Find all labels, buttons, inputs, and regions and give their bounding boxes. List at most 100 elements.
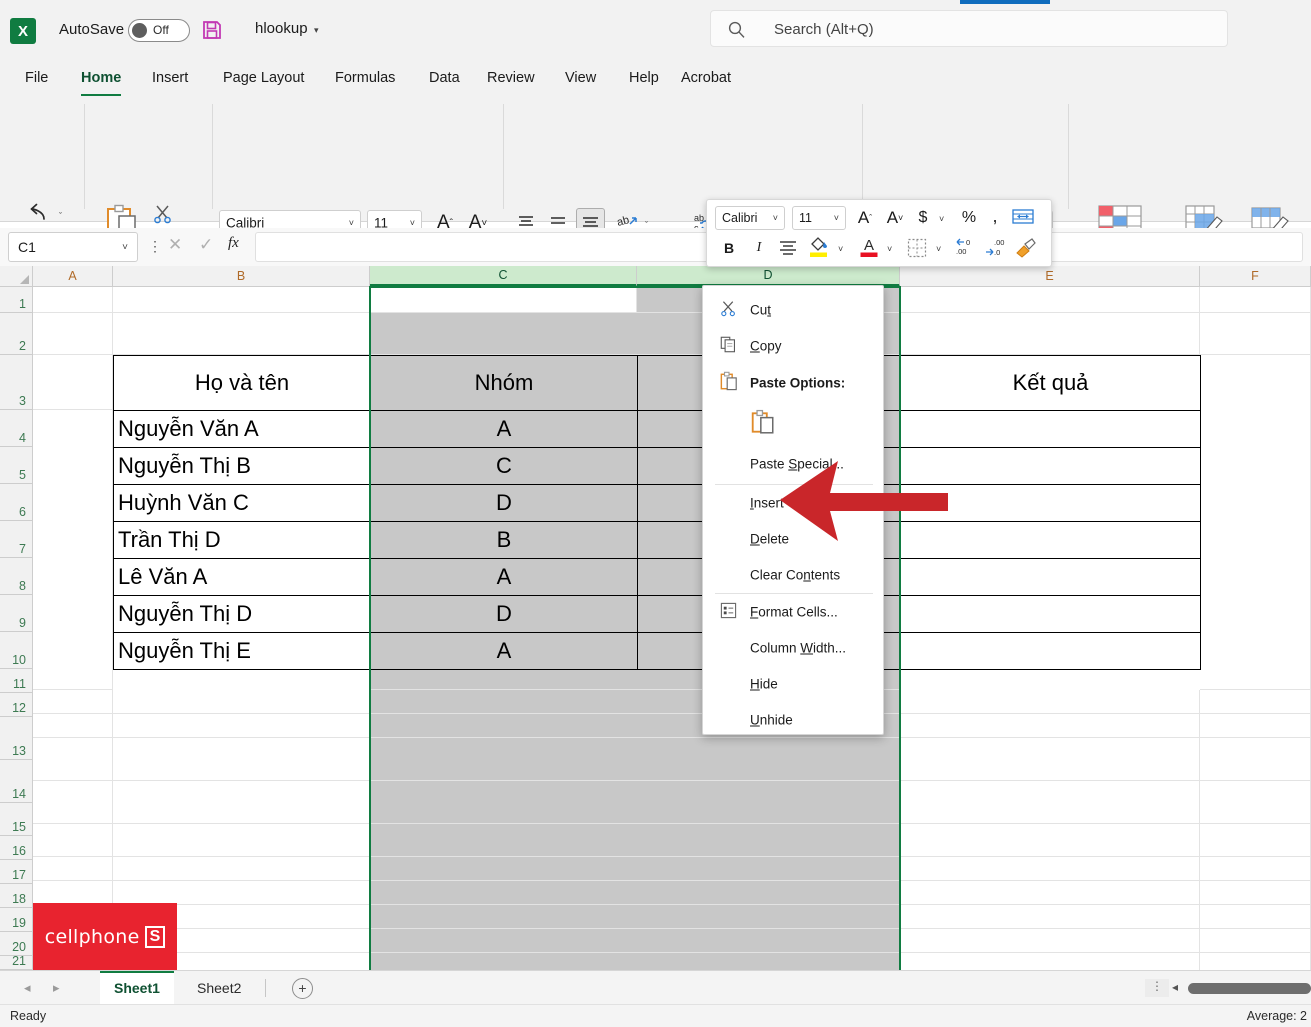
table-cell-result[interactable] — [900, 595, 1201, 633]
context-menu-item-column-width[interactable]: Column Width... — [703, 630, 885, 666]
grid-cell[interactable] — [1200, 738, 1311, 781]
tab-home[interactable]: Home — [72, 65, 130, 96]
grid-cell[interactable] — [900, 953, 1200, 970]
table-cell-name[interactable]: Nguyễn Thị E — [113, 632, 371, 670]
grid-cell[interactable] — [1200, 857, 1311, 881]
grid-cell[interactable] — [1200, 355, 1311, 690]
tab-review[interactable]: Review — [478, 65, 544, 91]
grid-cell[interactable] — [900, 287, 1200, 313]
column-header-e[interactable]: E — [900, 266, 1200, 287]
grid-cell[interactable] — [113, 690, 370, 714]
row-header-15[interactable]: 15 — [0, 803, 33, 836]
grid-cell[interactable] — [33, 881, 113, 905]
table-cell-group[interactable]: A — [370, 410, 638, 448]
mini-font-size-combo[interactable]: 11 ˅ — [792, 206, 846, 230]
mini-font-color-dropdown-caret-icon[interactable]: ˅ — [887, 244, 892, 254]
mini-fill-color-icon[interactable] — [808, 235, 830, 262]
table-cell-group[interactable]: B — [370, 521, 638, 559]
grid-cell[interactable] — [900, 881, 1200, 905]
mini-increase-decimal-icon[interactable]: .00 .0 — [985, 237, 1009, 260]
context-menu-item-unhide[interactable]: Unhide — [703, 702, 885, 738]
column-header-f[interactable]: F — [1200, 266, 1311, 287]
grid-cell[interactable] — [33, 824, 113, 857]
context-menu-item-hide[interactable]: Hide — [703, 666, 885, 702]
column-header-c[interactable]: C — [370, 266, 637, 287]
select-all-corner[interactable] — [0, 266, 33, 287]
grid-cell[interactable] — [1200, 929, 1311, 953]
grid-cell[interactable] — [1200, 881, 1311, 905]
context-menu-item-cut[interactable]: Cut — [703, 292, 885, 328]
grid-cell[interactable] — [113, 857, 370, 881]
table-header-name[interactable]: Họ và tên — [113, 355, 371, 411]
horizontal-scrollbar-thumb[interactable] — [1188, 983, 1311, 994]
grid-cell[interactable] — [33, 287, 113, 313]
tab-help[interactable]: Help — [620, 65, 668, 91]
insert-function-icon[interactable]: fx — [228, 235, 239, 252]
prev-sheet-icon[interactable]: ◂ — [24, 980, 31, 996]
mini-comma-style-icon[interactable]: , — [988, 204, 1002, 228]
table-cell-group[interactable]: C — [370, 447, 638, 485]
undo-button[interactable] — [28, 202, 52, 227]
grid-cell[interactable] — [113, 714, 370, 738]
table-cell-group[interactable]: A — [370, 632, 638, 670]
grid-cell[interactable] — [33, 714, 113, 738]
grid-cell-selected[interactable] — [370, 824, 900, 857]
table-header-group[interactable]: Nhóm — [370, 355, 638, 411]
document-title[interactable]: hlookup — [255, 20, 308, 37]
table-cell-name[interactable]: Huỳnh Văn C — [113, 484, 371, 522]
grid-cell[interactable] — [900, 905, 1200, 929]
grid-cell[interactable] — [33, 410, 113, 690]
context-menu-item-paste-keep-source-formatting[interactable] — [703, 401, 885, 447]
table-cell-name[interactable]: Trần Thị D — [113, 521, 371, 559]
row-header-5[interactable]: 5 — [0, 447, 33, 484]
mini-fill-color-dropdown-caret-icon[interactable]: ˅ — [838, 244, 843, 254]
grid-cell[interactable] — [900, 824, 1200, 857]
grid-cell[interactable] — [33, 313, 113, 355]
scroll-left-icon[interactable]: ◂ — [1172, 980, 1178, 994]
undo-dropdown-caret-icon[interactable]: ˇ — [59, 211, 62, 221]
row-header-12[interactable]: 12 — [0, 693, 33, 717]
row-header-14[interactable]: 14 — [0, 760, 33, 803]
context-menu-item-copy[interactable]: Copy — [703, 328, 885, 364]
row-header-8[interactable]: 8 — [0, 558, 33, 595]
row-header-17[interactable]: 17 — [0, 860, 33, 884]
grid-cell[interactable] — [113, 313, 370, 355]
grid-cell-c1-active[interactable] — [370, 287, 637, 313]
row-header-11[interactable]: 11 — [0, 669, 33, 693]
table-cell-group[interactable]: D — [370, 484, 638, 522]
row-header-13[interactable]: 13 — [0, 717, 33, 760]
grid-cell[interactable] — [33, 355, 113, 410]
table-cell-result[interactable] — [900, 632, 1201, 670]
table-cell-name[interactable]: Nguyễn Văn A — [113, 410, 371, 448]
grid-cell[interactable] — [900, 738, 1200, 781]
sheet-tab-sheet2[interactable]: Sheet2 — [183, 971, 255, 1005]
row-header-7[interactable]: 7 — [0, 521, 33, 558]
context-menu-item-clear-contents[interactable]: Clear Contents — [703, 557, 885, 593]
grid-cell[interactable] — [113, 287, 370, 313]
column-header-d[interactable]: D — [637, 266, 900, 287]
mini-borders-dropdown-caret-icon[interactable]: ˅ — [936, 244, 941, 254]
document-title-caret-icon[interactable]: ▾ — [314, 25, 319, 36]
sheet-tab-sheet1[interactable]: Sheet1 — [100, 971, 174, 1005]
row-header-20[interactable]: 20 — [0, 932, 33, 956]
cancel-x-icon[interactable]: ✕ — [168, 235, 182, 255]
column-header-a[interactable]: A — [33, 266, 113, 287]
row-header-9[interactable]: 9 — [0, 595, 33, 632]
table-cell-group[interactable]: D — [370, 595, 638, 633]
row-header-19[interactable]: 19 — [0, 908, 33, 932]
tab-acrobat[interactable]: Acrobat — [672, 65, 740, 91]
grid-cell-selected[interactable] — [370, 781, 900, 824]
mini-format-painter-brush-icon[interactable] — [1015, 238, 1037, 261]
grid-cell[interactable] — [113, 824, 370, 857]
scrollbar-kebab-icon[interactable]: ⋮ — [1145, 979, 1169, 997]
grid-cell-selected[interactable] — [370, 881, 900, 905]
mini-currency-dollar-icon[interactable]: $ — [915, 206, 931, 230]
name-box[interactable]: C1 ˅ — [8, 232, 138, 262]
grid-cell[interactable] — [900, 929, 1200, 953]
mini-decrease-font-size-icon[interactable]: A ˅ — [884, 206, 906, 230]
table-header-result[interactable]: Kết quả — [900, 355, 1201, 411]
row-header-21[interactable]: 21 — [0, 956, 33, 970]
table-cell-group[interactable]: A — [370, 558, 638, 596]
grid-cell[interactable] — [900, 857, 1200, 881]
chevron-down-icon[interactable]: ˅ — [122, 242, 128, 253]
